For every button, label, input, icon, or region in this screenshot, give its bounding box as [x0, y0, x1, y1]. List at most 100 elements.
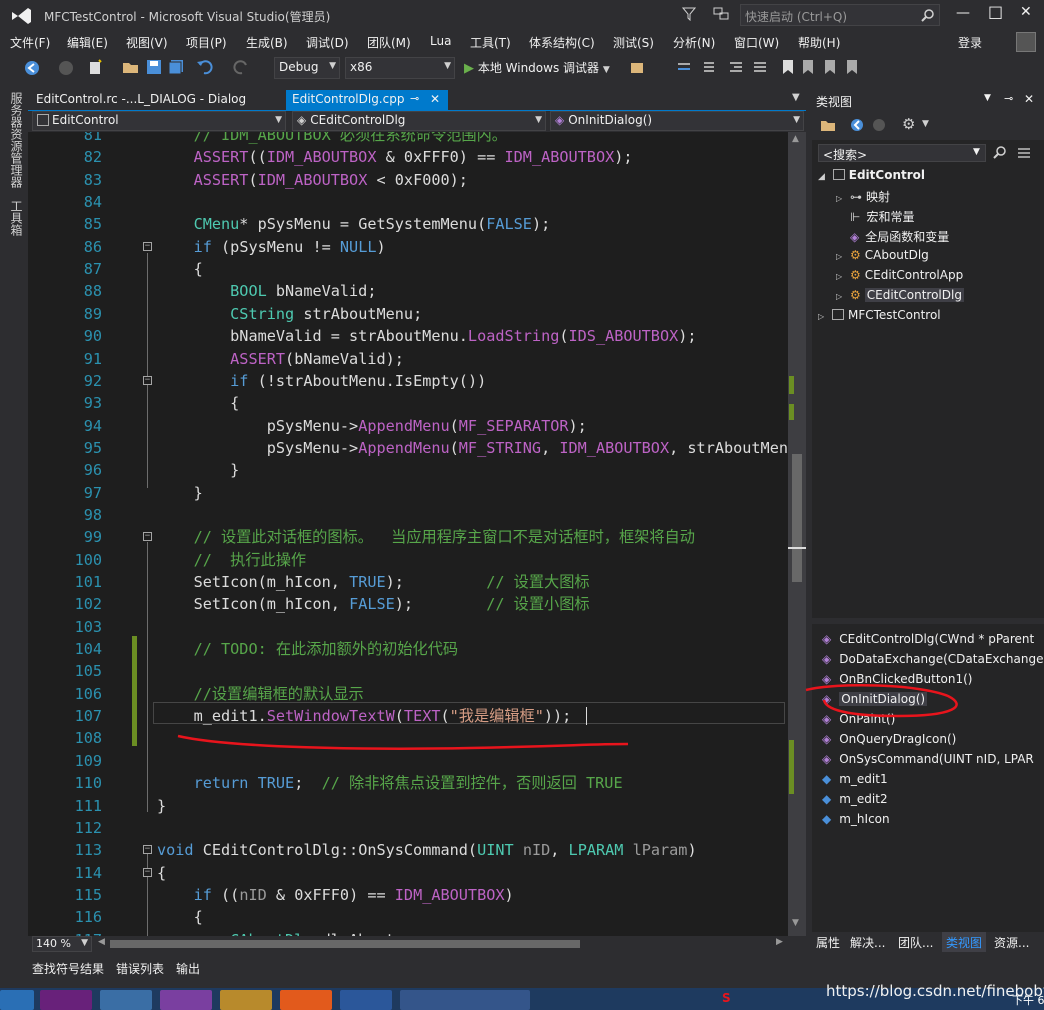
menu-test[interactable]: 测试(S): [613, 34, 654, 51]
class-search-input[interactable]: <搜索> ▼: [818, 144, 986, 162]
taskbar-app[interactable]: [220, 990, 272, 1010]
list-icon[interactable]: [752, 59, 768, 75]
chevron-down-icon[interactable]: ▼: [922, 119, 929, 129]
code-line[interactable]: 102 SetIcon(m_hIcon, FALSE); // 设置小图标: [28, 593, 788, 615]
code-line[interactable]: 110 return TRUE; // 除非将焦点设置到控件，否则返回 TRUE: [28, 772, 788, 794]
tab-overflow-icon[interactable]: ▼: [792, 92, 800, 103]
tree-item-globals[interactable]: ◈ 全局函数和变量: [850, 228, 949, 245]
settings-gear-icon[interactable]: ⚙: [902, 115, 915, 133]
tab-team[interactable]: 团队...: [898, 934, 933, 951]
quick-launch-box[interactable]: 快速启动 (Ctrl+Q): [740, 4, 940, 26]
tree-item-macros[interactable]: ⊩ 宏和常量: [850, 208, 914, 225]
save-icon[interactable]: [146, 59, 162, 75]
new-project-icon[interactable]: [88, 59, 104, 75]
collapse-toggle-icon[interactable]: −: [143, 375, 152, 385]
code-line[interactable]: 95 pSysMenu->AppendMenu(MF_STRING, IDM_A…: [28, 437, 788, 459]
code-line[interactable]: 116 {: [28, 906, 788, 928]
tab-resources[interactable]: 资源...: [994, 934, 1029, 951]
code-line[interactable]: 91 ASSERT(bNameValid);: [28, 348, 788, 370]
code-line[interactable]: 100 // 执行此操作: [28, 549, 788, 571]
taskbar-firefox[interactable]: [280, 990, 332, 1010]
close-tab-icon[interactable]: ✕: [430, 92, 440, 106]
quick-launch-input[interactable]: 快速启动 (Ctrl+Q): [745, 8, 847, 25]
menu-debug[interactable]: 调试(D): [306, 34, 349, 51]
code-editor[interactable]: 81 // IDM_ABOUTBOX 必须在系统命令范围内。 82 ASSERT(…: [28, 132, 788, 936]
code-line[interactable]: 107 m_edit1.SetWindowTextW(TEXT("我是编辑框")…: [28, 705, 788, 727]
code-line[interactable]: 96 }: [28, 459, 788, 481]
save-all-icon[interactable]: [168, 59, 184, 75]
code-line[interactable]: 85 CMenu* pSysMenu = GetSystemMenu(FALSE…: [28, 213, 788, 235]
forward-icon[interactable]: [872, 118, 886, 132]
start-debug-button[interactable]: ▶ 本地 Windows 调试器 ▼: [464, 59, 610, 76]
code-line[interactable]: 89 CString strAboutMenu;: [28, 303, 788, 325]
code-line[interactable]: 98: [28, 504, 788, 526]
code-line[interactable]: 113 void CEditControlDlg::OnSysCommand(UI…: [28, 839, 788, 861]
code-line[interactable]: 82 ASSERT((IDM_ABOUTBOX & 0xFFF0) == IDM…: [28, 146, 788, 168]
forward-icon[interactable]: [58, 60, 74, 76]
tab-solution[interactable]: 解决...: [850, 934, 885, 951]
next-bookmark-icon[interactable]: [822, 59, 838, 75]
tab-output[interactable]: 输出: [176, 960, 200, 977]
menu-architecture[interactable]: 体系结构(C): [529, 34, 595, 51]
code-line[interactable]: 87 {: [28, 258, 788, 280]
tab-find-symbol-results[interactable]: 查找符号结果: [32, 960, 104, 977]
member-m-edit1[interactable]: ◆ m_edit1: [822, 772, 888, 786]
undo-icon[interactable]: [196, 59, 214, 75]
scroll-up-icon[interactable]: ▲: [792, 134, 799, 144]
code-line[interactable]: 88 BOOL bNameValid;: [28, 280, 788, 302]
taskbar-lua[interactable]: [160, 990, 212, 1010]
member-onquerydragicon[interactable]: ◈ OnQueryDragIcon(): [822, 732, 956, 746]
menu-view[interactable]: 视图(V): [126, 34, 168, 51]
search-icon[interactable]: [992, 145, 1008, 161]
back-icon[interactable]: [850, 118, 864, 132]
code-line[interactable]: 101 SetIcon(m_hIcon, TRUE); // 设置大图标: [28, 571, 788, 593]
scroll-left-icon[interactable]: ◀: [98, 937, 105, 947]
taskbar-app[interactable]: [400, 990, 530, 1010]
tree-item-ceditcontrolapp[interactable]: ▷ ⚙ CEditControlApp: [836, 268, 963, 282]
code-line[interactable]: 83 ASSERT(IDM_ABOUTBOX < 0xF000);: [28, 169, 788, 191]
horizontal-scroll-thumb[interactable]: [110, 940, 580, 948]
bookmark-icon[interactable]: [780, 59, 796, 75]
panel-splitter[interactable]: [812, 618, 1044, 624]
indent-icon[interactable]: [700, 59, 716, 75]
code-line[interactable]: 111}: [28, 795, 788, 817]
code-line[interactable]: 99 // 设置此对话框的图标。 当应用程序主窗口不是对话框时，框架将自动 −: [28, 526, 788, 548]
code-line[interactable]: 86 if (pSysMenu != NULL) −: [28, 236, 788, 258]
menu-tools[interactable]: 工具(T): [470, 34, 511, 51]
tab-editcontroldlg-cpp[interactable]: EditControlDlg.cpp ⊸ ✕: [286, 90, 448, 110]
pin-icon[interactable]: ⊸: [410, 92, 419, 105]
code-line[interactable]: 114 {−: [28, 862, 788, 884]
panel-menu-icon[interactable]: ▼: [984, 93, 991, 103]
collapse-toggle-icon[interactable]: −: [143, 867, 152, 877]
code-line[interactable]: 97 }: [28, 482, 788, 504]
menu-analyze[interactable]: 分析(N): [673, 34, 715, 51]
project-dropdown[interactable]: EditControl ▼: [32, 111, 286, 131]
zoom-select[interactable]: 140 % ▼: [32, 936, 92, 952]
login-link[interactable]: 登录: [958, 34, 982, 51]
code-line[interactable]: 103: [28, 616, 788, 638]
pin-icon[interactable]: ⊸: [1004, 92, 1013, 105]
back-icon[interactable]: [24, 60, 40, 76]
tree-item-editcontrol[interactable]: ◢ EditControl: [818, 168, 925, 182]
scrollbar-thumb[interactable]: [792, 454, 802, 582]
code-line[interactable]: 105: [28, 660, 788, 682]
search-icon[interactable]: [921, 8, 935, 22]
tray-icon[interactable]: S: [722, 991, 731, 1005]
filter-icon[interactable]: [682, 7, 696, 21]
member-constructor[interactable]: ◈ CEditControlDlg(CWnd * pParent: [822, 632, 1034, 646]
config-select[interactable]: Debug ▼: [274, 57, 340, 79]
class-dropdown[interactable]: ◈ CEditControlDlg ▼: [292, 111, 546, 131]
menu-file[interactable]: 文件(F): [10, 34, 50, 51]
server-explorer-tab[interactable]: 服务器资源管理器: [8, 92, 25, 188]
vertical-scrollbar[interactable]: ▲ ▼: [788, 132, 806, 936]
code-line[interactable]: 106 //设置编辑框的默认显示: [28, 683, 788, 705]
code-line[interactable]: 81 // IDM_ABOUTBOX 必须在系统命令范围内。: [28, 132, 788, 146]
find-in-files-icon[interactable]: [630, 59, 648, 75]
close-panel-icon[interactable]: ✕: [1024, 92, 1034, 106]
platform-select[interactable]: x86 ▼: [345, 57, 455, 79]
maximize-icon[interactable]: □: [988, 2, 1003, 21]
tab-editcontrol-rc[interactable]: EditControl.rc -...L_DIALOG - Dialog: [30, 90, 252, 110]
tree-item-caboutdlg[interactable]: ▷ ⚙ CAboutDlg: [836, 248, 929, 262]
method-dropdown[interactable]: ◈ OnInitDialog() ▼: [550, 111, 804, 131]
code-line[interactable]: 115 if ((nID & 0xFFF0) == IDM_ABOUTBOX): [28, 884, 788, 906]
